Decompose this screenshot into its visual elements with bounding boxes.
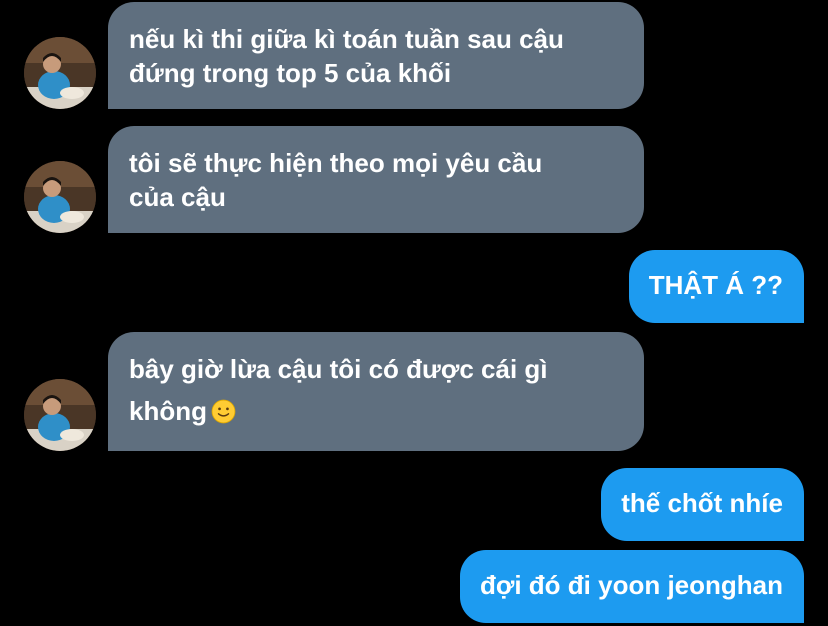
incoming-message-bubble[interactable]: bây giờ lừa cậu tôi có được cái gì không <box>108 332 644 451</box>
incoming-message-bubble[interactable]: nếu kì thi giữa kì toán tuần sau cậu đứn… <box>108 2 644 109</box>
message-text: bây giờ lừa cậu tôi có được cái gì <box>129 354 548 384</box>
message-text: đứng trong top 5 của khối <box>129 58 452 88</box>
outgoing-message-bubble[interactable]: THẬT Á ?? <box>628 250 804 323</box>
slightly-smiling-face-icon <box>211 399 236 424</box>
message-text: không <box>129 396 207 426</box>
sender-avatar[interactable] <box>24 379 96 451</box>
message-text: tôi sẽ thực hiện theo mọi yêu cầu <box>129 148 543 178</box>
message-text: của cậu <box>129 182 226 212</box>
message-text: nếu kì thi giữa kì toán tuần sau cậu <box>129 24 564 54</box>
sender-avatar[interactable] <box>24 161 96 233</box>
message-text: THẬT Á ?? <box>648 270 783 300</box>
outgoing-message-bubble[interactable]: đợi đó đi yoon jeonghan <box>459 550 804 623</box>
chat-thread: nếu kì thi giữa kì toán tuần sau cậu đứn… <box>0 0 828 626</box>
outgoing-message-bubble[interactable]: thế chốt nhíe <box>601 468 804 541</box>
message-text: thế chốt nhíe <box>621 488 783 518</box>
message-text-line: không <box>129 390 624 432</box>
message-text: đợi đó đi yoon jeonghan <box>479 570 783 600</box>
sender-avatar[interactable] <box>24 37 96 109</box>
incoming-message-bubble[interactable]: tôi sẽ thực hiện theo mọi yêu cầu của cậ… <box>108 126 644 233</box>
